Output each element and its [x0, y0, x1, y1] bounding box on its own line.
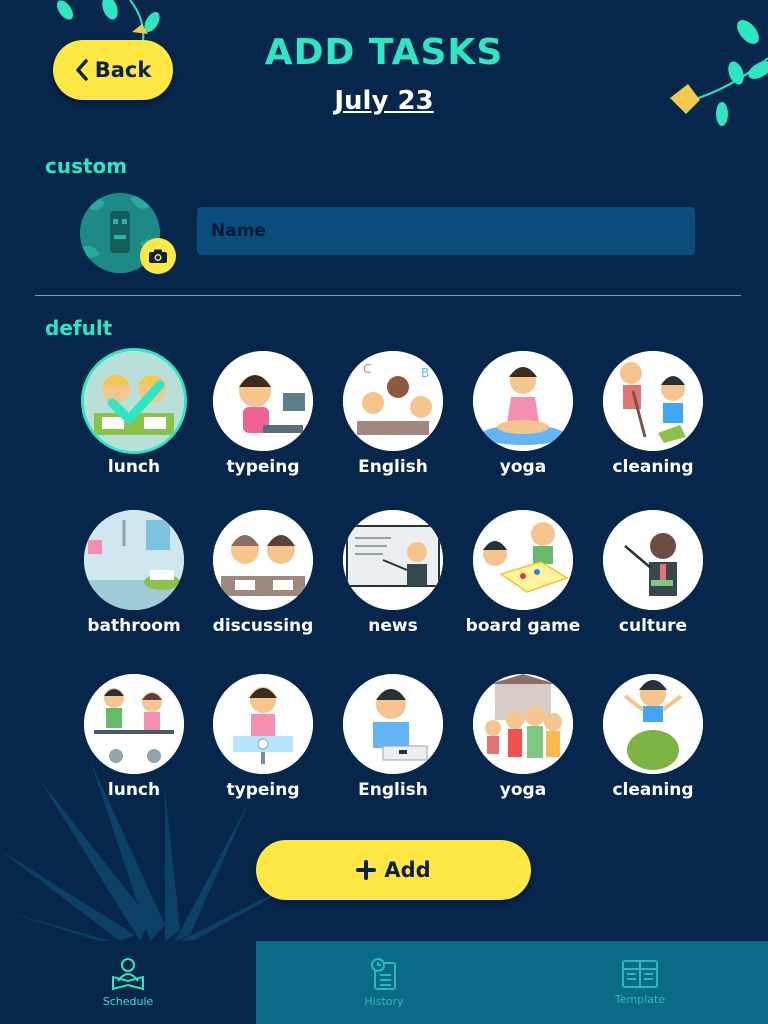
task-image-news [343, 510, 443, 610]
task-item-english[interactable]: CB English [328, 351, 458, 477]
tab-label: History [364, 995, 404, 1008]
task-image-bathroom [84, 510, 184, 610]
task-name-input[interactable] [197, 207, 695, 255]
task-label: bathroom [87, 616, 181, 636]
svg-text:B: B [421, 366, 429, 380]
task-label: yoga [499, 457, 547, 477]
task-image-english: CB [343, 351, 443, 451]
check-icon [107, 380, 165, 424]
tab-history[interactable]: History [256, 941, 512, 1024]
task-item-yoga[interactable]: yoga [458, 351, 588, 477]
task-image-cleaning [603, 674, 703, 774]
task-image-typeing [213, 351, 313, 451]
task-label: lunch [107, 457, 161, 477]
task-label: typeing [226, 457, 300, 477]
task-image-yoga [473, 351, 573, 451]
task-item-english[interactable]: English [328, 674, 458, 800]
task-item-typeing[interactable]: typeing [198, 674, 328, 800]
task-image-english [343, 674, 443, 774]
camera-button[interactable] [140, 238, 176, 274]
clock-document-icon [371, 958, 396, 990]
task-item-lunch[interactable]: lunch [69, 351, 199, 477]
task-label: yoga [499, 780, 547, 800]
task-item-board-game[interactable]: board game [458, 510, 588, 636]
template-grid-icon [622, 960, 658, 988]
task-image-culture [603, 510, 703, 610]
task-label: discussing [212, 616, 314, 636]
section-divider [35, 295, 741, 296]
task-label: English [358, 457, 428, 477]
task-item-yoga[interactable]: yoga [458, 674, 588, 800]
task-label: news [368, 616, 418, 636]
tab-template[interactable]: Template [512, 941, 768, 1024]
task-item-culture[interactable]: culture [588, 510, 718, 636]
task-image-typeing [213, 674, 313, 774]
task-image-lunch [84, 674, 184, 774]
svg-text:C: C [363, 362, 371, 376]
task-label: lunch [107, 780, 161, 800]
default-section-label: defult [45, 316, 113, 340]
tab-label: Schedule [102, 995, 154, 1008]
task-item-cleaning[interactable]: cleaning [588, 674, 718, 800]
task-image-lunch [84, 351, 184, 451]
task-label: cleaning [612, 780, 694, 800]
add-button[interactable]: Add [256, 840, 531, 900]
task-item-news[interactable]: news [328, 510, 458, 636]
bottom-tab-bar: Schedule History Template [0, 941, 768, 1024]
plus-icon [356, 860, 377, 880]
task-item-bathroom[interactable]: bathroom [69, 510, 199, 636]
reading-person-icon [112, 958, 144, 991]
task-item-cleaning[interactable]: cleaning [588, 351, 718, 477]
task-item-typeing[interactable]: typeing [198, 351, 328, 477]
task-image-yoga [473, 674, 573, 774]
task-label: typeing [226, 780, 300, 800]
page-title: ADD TASKS [264, 32, 504, 73]
task-item-lunch[interactable]: lunch [69, 674, 199, 800]
tab-schedule[interactable]: Schedule [0, 941, 256, 1024]
task-label: English [358, 780, 428, 800]
task-image-cleaning [603, 351, 703, 451]
add-button-label: Add [384, 858, 431, 882]
custom-section-label: custom [45, 154, 128, 178]
camera-icon [149, 249, 167, 263]
task-image-discussing [213, 510, 313, 610]
tab-label: Template [614, 993, 666, 1006]
task-image-board-game [473, 510, 573, 610]
page-date: July 23 [334, 86, 434, 116]
task-item-discussing[interactable]: discussing [198, 510, 328, 636]
task-label: culture [618, 616, 688, 636]
task-label: cleaning [612, 457, 694, 477]
task-label: board game [465, 616, 581, 636]
